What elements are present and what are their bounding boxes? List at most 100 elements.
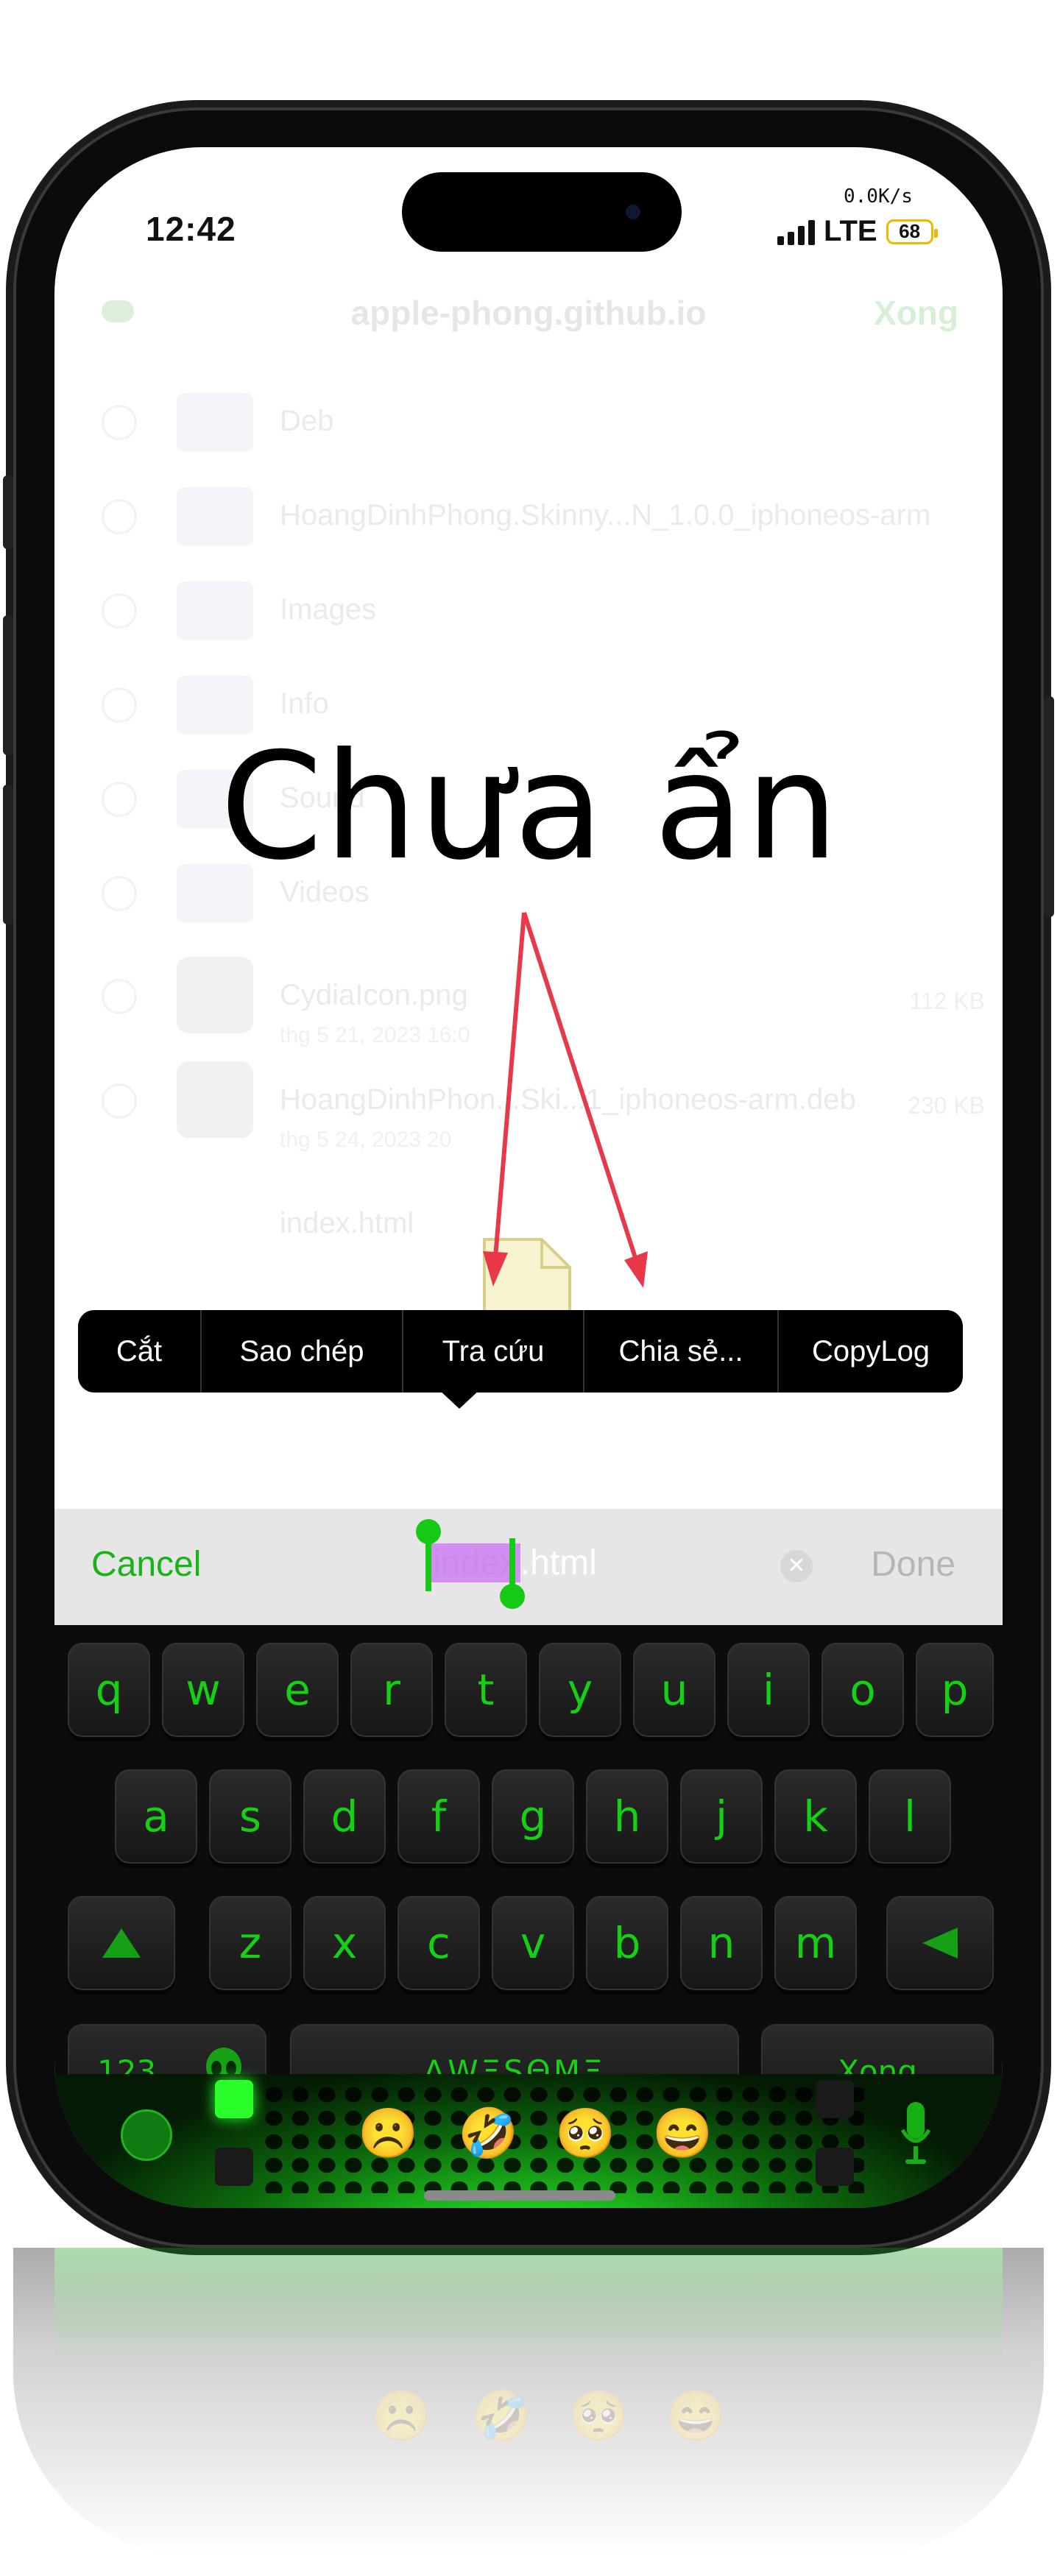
reflection-emoji: 🥺 [568,2388,629,2443]
file-name: index.html [280,1207,414,1239]
emoji-rofl[interactable]: 🤣 [458,2105,518,2162]
status-right: LTE 68 [777,215,938,248]
file-date: thg 5 21, 2023 16:0 [280,1023,470,1047]
key-v[interactable]: v [492,1896,574,1990]
file-browser-navbar: apple-phong.github.io Xong [54,271,1003,358]
done-button[interactable]: Done [871,1544,955,1585]
screen: 12:42 0.0K/s LTE 68 apple-phong.github.i… [54,147,1003,2208]
select-radio[interactable] [102,593,137,629]
phone-frame: 12:42 0.0K/s LTE 68 apple-phong.github.i… [3,107,1054,2248]
shift-icon [102,1928,141,1958]
key-f[interactable]: f [398,1769,480,1864]
reflection-emoji: 😄 [665,2388,727,2443]
camera-icon [626,205,640,219]
key-l[interactable]: l [869,1769,951,1864]
key-p[interactable]: p [916,1643,994,1737]
deb-file-icon [177,1061,253,1138]
menu-cut[interactable]: Cắt [78,1310,202,1393]
status-time: 12:42 [146,210,236,248]
key-a[interactable]: a [115,1769,197,1864]
key-j[interactable]: j [680,1769,763,1864]
key-y[interactable]: y [539,1643,621,1737]
indicator-light-off [215,2148,253,2186]
dynamic-island [402,172,682,252]
indicator-light-off [816,2148,854,2186]
selection-end-knob[interactable] [500,1584,525,1609]
delete-icon [922,1928,958,1958]
key-x[interactable]: x [303,1896,386,1990]
list-item[interactable]: CydiaIcon.png thg 5 21, 2023 16:0 112 KB [54,942,1003,1052]
key-d[interactable]: d [303,1769,386,1864]
key-n[interactable]: n [680,1896,763,1990]
menu-share[interactable]: Chia sẻ... [584,1310,779,1393]
folder-icon [177,581,253,640]
selection-start-handle[interactable] [425,1538,431,1591]
key-r[interactable]: r [350,1643,433,1737]
menu-copy[interactable]: Sao chép [202,1310,403,1393]
menu-copylog[interactable]: CopyLog [779,1310,963,1393]
key-q[interactable]: q [68,1643,150,1737]
shift-key[interactable] [68,1896,175,1990]
indicator-light-on [215,2080,253,2118]
file-name: CydiaIcon.png [280,979,468,1011]
clear-text-icon[interactable]: ✕ [780,1550,813,1582]
selected-text: index [430,1543,520,1582]
selection-start-knob[interactable] [416,1519,441,1544]
battery-level: 68 [899,220,921,242]
reflection-glow [54,2248,1003,2366]
key-z[interactable]: z [209,1896,292,1990]
emoji-frowning[interactable]: ☹️ [358,2105,418,2162]
signal-icon [777,219,815,245]
carrier-label: LTE [824,215,877,247]
file-name: Images [280,593,377,626]
key-k[interactable]: k [774,1769,857,1864]
folder-icon [177,487,253,546]
globe-icon[interactable] [121,2109,172,2161]
image-thumbnail [177,957,253,1033]
reflection-emoji: ☹️ [371,2388,432,2443]
file-name: HoangDinhPhong.Skinny...N_1.0.0_iphoneos… [280,499,931,531]
file-name: HoangDinhPhon...Ski...1_iphoneos-arm.deb [280,1083,856,1116]
cancel-button[interactable]: Cancel [91,1544,201,1585]
select-radio[interactable] [102,499,137,534]
key-e[interactable]: e [256,1643,339,1737]
microphone-icon[interactable] [901,2101,930,2167]
file-size: 112 KB [909,988,985,1014]
key-c[interactable]: c [398,1896,480,1990]
context-menu: Cắt Sao chép Tra cứu Chia sẻ... CopyLog [78,1310,963,1393]
annotation-text: Chưa ẩn [219,721,841,893]
rename-bar: Cancel index.html ✕ Done [54,1509,1003,1625]
keyboard-tray: ☹️ 🤣 🥺 😄 [54,2074,1003,2208]
key-h[interactable]: h [586,1769,668,1864]
key-o[interactable]: o [822,1643,904,1737]
keyboard: q w e r t y u i o p a s d f g h j k l z … [54,1625,1003,2208]
select-radio[interactable] [102,687,137,723]
key-m[interactable]: m [774,1896,857,1990]
select-radio[interactable] [102,979,137,1014]
nav-title: apple-phong.github.io [350,294,707,332]
emoji-grinning[interactable]: 😄 [652,2105,713,2162]
phone-reflection: ☹️ 🤣 🥺 😄 [13,2248,1044,2557]
battery-icon: 68 [886,219,938,244]
context-menu-pointer [439,1390,480,1409]
file-name: Deb [280,405,334,437]
delete-key[interactable] [886,1896,994,1990]
select-radio[interactable] [102,405,137,440]
file-date: thg 5 24, 2023 20 [280,1128,452,1152]
key-g[interactable]: g [492,1769,574,1864]
emoji-pleading[interactable]: 🥺 [555,2105,615,2162]
file-size: 230 KB [908,1092,985,1119]
action-button [3,475,13,549]
key-b[interactable]: b [586,1896,668,1990]
key-i[interactable]: i [727,1643,810,1737]
key-w[interactable]: w [162,1643,244,1737]
nav-done-button[interactable]: Xong [874,293,958,333]
key-u[interactable]: u [633,1643,716,1737]
list-item[interactable]: HoangDinhPhon...Ski...1_iphoneos-arm.deb… [54,1047,1003,1157]
folder-icon [177,393,253,452]
key-t[interactable]: t [445,1643,527,1737]
home-indicator[interactable] [424,2190,615,2201]
menu-lookup[interactable]: Tra cứu [403,1310,584,1393]
select-radio[interactable] [102,1083,137,1119]
key-s[interactable]: s [209,1769,292,1864]
